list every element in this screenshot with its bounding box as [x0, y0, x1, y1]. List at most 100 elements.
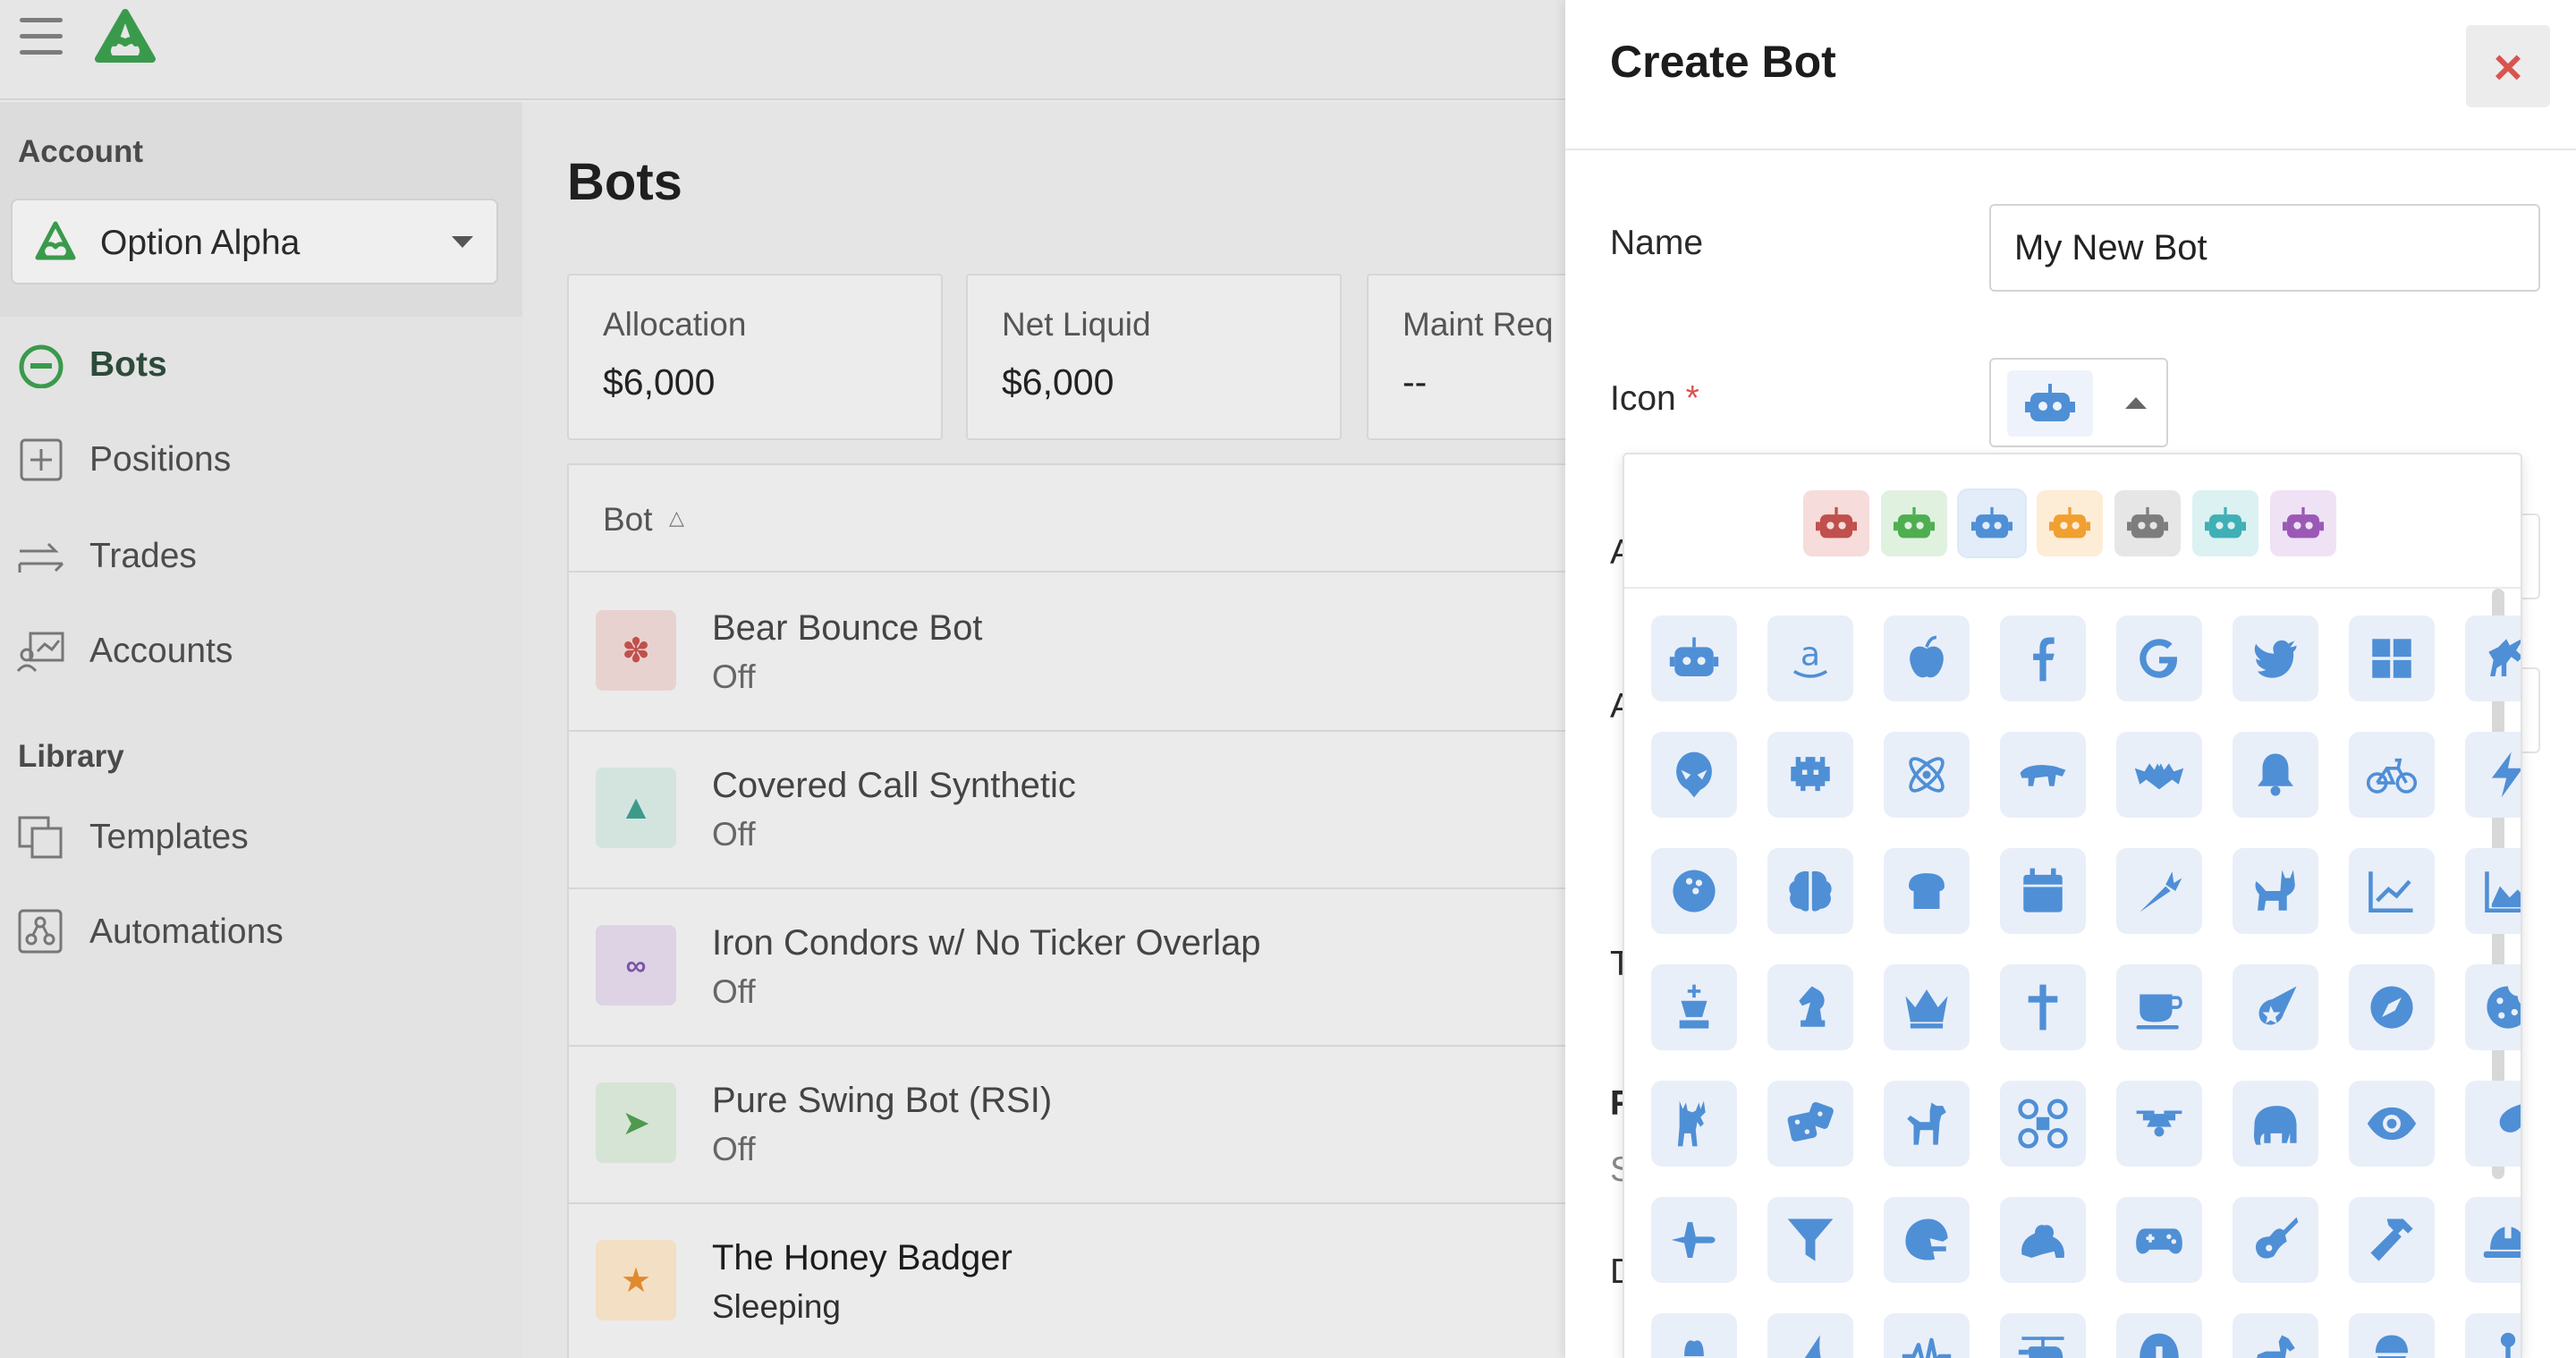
drone-alt-icon[interactable]	[2116, 1081, 2202, 1167]
google-icon[interactable]	[2116, 615, 2202, 701]
eye-icon[interactable]	[2349, 1081, 2435, 1167]
ice-cream-icon[interactable]	[2349, 1313, 2435, 1358]
bat-icon[interactable]	[2116, 732, 2202, 818]
sidebar-item-positions[interactable]: Positions	[0, 419, 522, 499]
windows-icon[interactable]	[2349, 615, 2435, 701]
chevron-down-icon	[452, 236, 473, 248]
facebook-icon[interactable]	[2000, 615, 2086, 701]
dog-icon[interactable]	[1884, 1081, 1970, 1167]
stat-value: $6,000	[603, 361, 716, 403]
heartbeat-icon[interactable]	[1884, 1313, 1970, 1358]
column-header-bot[interactable]: Bot	[603, 501, 653, 539]
feather-icon[interactable]	[2465, 1081, 2521, 1167]
cookie-icon[interactable]	[2465, 964, 2521, 1050]
calendar-icon[interactable]	[2000, 848, 2086, 934]
robot-icon	[2127, 506, 2168, 539]
color-swatch[interactable]	[1803, 490, 1869, 556]
stat-card-allocation: Allocation $6,000	[567, 274, 943, 440]
library-section-label: Library	[18, 739, 124, 774]
helicopter-icon[interactable]	[2000, 1313, 2086, 1358]
joystick-icon[interactable]	[2465, 1313, 2521, 1358]
sidebar-item-label: Trades	[89, 537, 197, 575]
table-row[interactable]: ✽ Bear Bounce Bot Off	[569, 574, 1585, 732]
color-swatch[interactable]	[1881, 490, 1947, 556]
bell-icon[interactable]	[2233, 732, 2318, 818]
amazon-icon[interactable]: a	[1767, 615, 1853, 701]
comet-icon[interactable]	[2233, 964, 2318, 1050]
table-row[interactable]: ★ The Honey Badger Sleeping	[569, 1204, 1585, 1358]
option-alpha-logo[interactable]	[89, 7, 161, 68]
bot-name: Covered Call Synthetic	[712, 766, 1076, 805]
coffee-icon[interactable]	[2116, 964, 2202, 1050]
color-swatch[interactable]	[2114, 490, 2181, 556]
sidebar-item-trades[interactable]: Trades	[0, 515, 522, 596]
chart-area-icon[interactable]	[2465, 848, 2521, 934]
stat-label: Allocation	[603, 306, 747, 343]
top-bar	[0, 0, 1565, 100]
infinity-icon: ∞	[596, 925, 676, 1006]
horse-icon[interactable]	[2233, 1313, 2318, 1358]
icon-select[interactable]	[1989, 358, 2168, 447]
bot-status: Off	[712, 1131, 756, 1167]
bicycle-icon[interactable]	[2349, 732, 2435, 818]
sidebar: Account Option Alpha Bots Positions Trad…	[0, 102, 522, 1358]
color-swatch[interactable]	[1959, 490, 2025, 556]
name-input[interactable]: My New Bot	[1989, 204, 2540, 292]
deer-icon[interactable]	[1651, 1081, 1737, 1167]
badger-icon[interactable]	[2000, 732, 2086, 818]
bot-status: Off	[712, 816, 756, 853]
sidebar-item-bots[interactable]: Bots	[0, 324, 522, 404]
alien-icon[interactable]	[1651, 732, 1737, 818]
account-selector[interactable]: Option Alpha	[11, 199, 498, 284]
dice-icon[interactable]	[1767, 1081, 1853, 1167]
twitter-icon[interactable]	[2233, 615, 2318, 701]
bot-name: The Honey Badger	[712, 1238, 1013, 1277]
chart-up-icon[interactable]	[2349, 848, 2435, 934]
cat-icon[interactable]	[2233, 848, 2318, 934]
atom-icon[interactable]	[1884, 732, 1970, 818]
bowling-ball-icon[interactable]	[1651, 848, 1737, 934]
bots-table: Bot △ ✽ Bear Bounce Bot Off ▲ Covered Ca…	[567, 463, 1587, 1358]
unicorn-icon[interactable]	[2465, 615, 2521, 701]
gamepad-icon[interactable]	[2116, 1197, 2202, 1283]
football-helmet-icon[interactable]	[1884, 1197, 1970, 1283]
filter-icon[interactable]	[1767, 1197, 1853, 1283]
color-swatch[interactable]	[2270, 490, 2336, 556]
crown-icon[interactable]	[1884, 964, 1970, 1050]
sidebar-item-automations[interactable]: Automations	[0, 891, 522, 972]
cowboy-hat-icon[interactable]	[1651, 1313, 1737, 1358]
drone-icon[interactable]	[2000, 1081, 2086, 1167]
table-row[interactable]: ∞ Iron Condors w/ No Ticker Overlap Off	[569, 889, 1585, 1047]
space-invader-icon[interactable]	[1767, 732, 1853, 818]
chess-king-icon[interactable]	[1651, 964, 1737, 1050]
hard-hat-icon[interactable]	[2465, 1197, 2521, 1283]
shark-fin-icon[interactable]	[1767, 1313, 1853, 1358]
sidebar-item-label: Bots	[89, 345, 167, 384]
hammer-icon[interactable]	[2349, 1197, 2435, 1283]
chess-knight-icon[interactable]	[1767, 964, 1853, 1050]
sidebar-item-accounts[interactable]: Accounts	[0, 610, 522, 691]
compass-icon[interactable]	[2349, 964, 2435, 1050]
cross-icon[interactable]	[2000, 964, 2086, 1050]
account-section-label: Account	[18, 134, 143, 169]
apple-icon[interactable]	[1884, 615, 1970, 701]
color-swatch[interactable]	[2192, 490, 2258, 556]
stat-value: --	[1402, 361, 1428, 403]
carrot-icon[interactable]	[2116, 848, 2202, 934]
bread-icon[interactable]	[1884, 848, 1970, 934]
sort-asc-icon[interactable]: △	[669, 506, 684, 530]
brain-icon[interactable]	[1767, 848, 1853, 934]
robot-icon[interactable]	[1651, 615, 1737, 701]
plane-icon[interactable]	[1651, 1197, 1737, 1283]
bolt-icon[interactable]	[2465, 732, 2521, 818]
elephant-icon[interactable]	[2233, 1081, 2318, 1167]
close-button[interactable]: ×	[2466, 25, 2550, 107]
hamburger-menu-icon[interactable]	[20, 18, 63, 55]
table-row[interactable]: ➤ Pure Swing Bot (RSI) Off	[569, 1047, 1585, 1204]
frog-icon[interactable]	[2000, 1197, 2086, 1283]
table-row[interactable]: ▲ Covered Call Synthetic Off	[569, 732, 1585, 889]
sidebar-item-templates[interactable]: Templates	[0, 796, 522, 877]
guitar-icon[interactable]	[2233, 1197, 2318, 1283]
helmet-icon[interactable]	[2116, 1313, 2202, 1358]
color-swatch[interactable]	[2037, 490, 2103, 556]
